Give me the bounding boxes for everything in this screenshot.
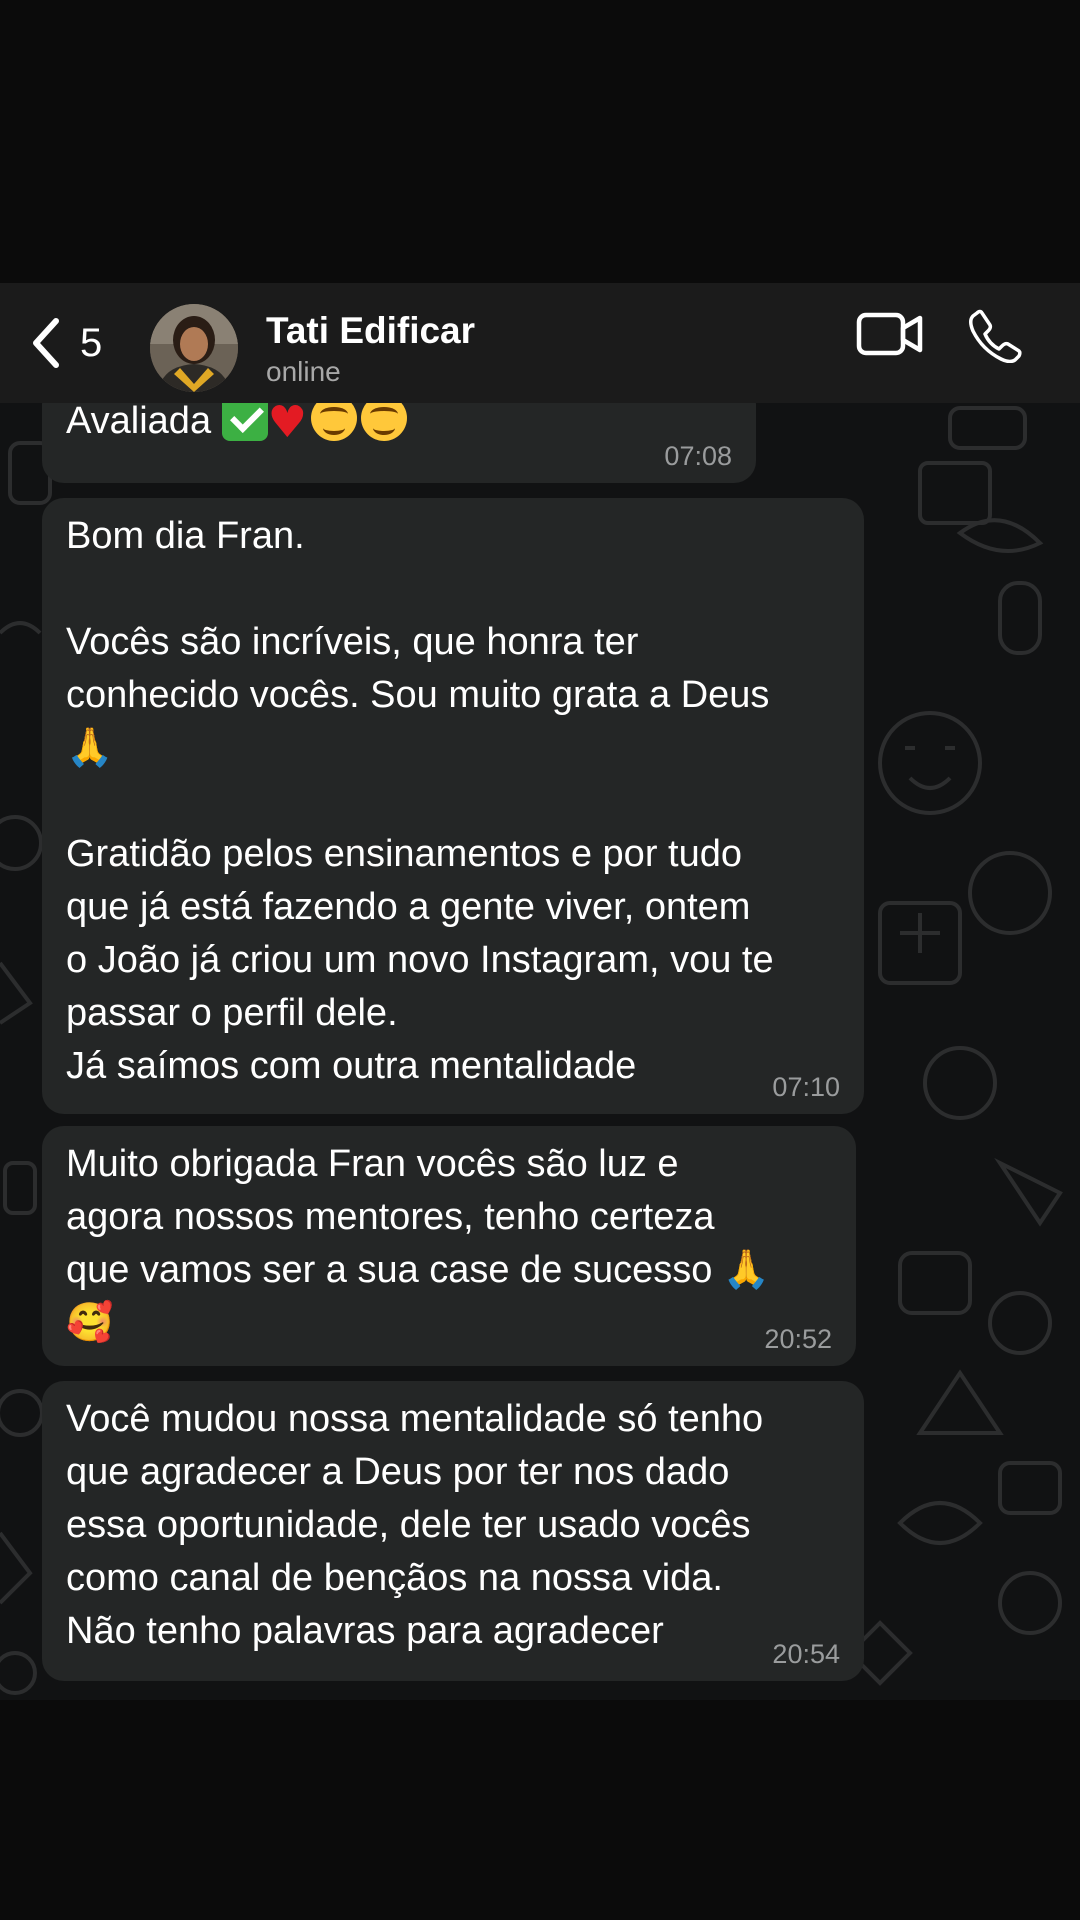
message-time: 07:10 [772, 1072, 840, 1102]
bottom-area [0, 1700, 1080, 1920]
message-bubble[interactable]: Você mudou nossa mentalidade só tenho qu… [42, 1381, 864, 1681]
message-text: Bom dia Fran. Vocês são incríveis, que h… [66, 515, 774, 1087]
savoring-face-emoji [311, 403, 358, 441]
contact-status: online [266, 356, 341, 387]
message-text: Você mudou nossa mentalidade só tenho qu… [66, 1398, 764, 1652]
chevron-left-icon [33, 318, 59, 368]
message-text: Muito obrigada Fran vocês são luz e agor… [66, 1143, 771, 1344]
voice-call-button[interactable] [968, 309, 1022, 368]
message-time: 20:52 [764, 1324, 832, 1354]
back-button[interactable]: 5 [30, 313, 102, 373]
white-check-mark-emoji [221, 403, 268, 441]
avatar[interactable] [150, 304, 238, 392]
contact-name: Tati Edificar [266, 310, 476, 351]
unread-count: 5 [80, 320, 103, 365]
savoring-face-emoji [361, 403, 408, 441]
message-text: Avaliada [66, 403, 212, 442]
video-call-button[interactable] [856, 309, 924, 364]
message-bubble[interactable]: Muito obrigada Fran vocês são luz e agor… [42, 1126, 856, 1366]
message-bubble[interactable]: Avaliada ♥ 07:08 [42, 403, 756, 483]
message-time: 20:54 [772, 1639, 840, 1669]
message-time: 07:08 [664, 441, 732, 471]
message-bubble[interactable]: Bom dia Fran. Vocês são incríveis, que h… [42, 498, 864, 1114]
red-heart-emoji: ♥ [267, 403, 308, 448]
video-call-icon [856, 312, 923, 356]
avatar-image [150, 304, 238, 392]
phone-call-icon [969, 309, 1022, 364]
chat-area: Avaliada ♥ 07:08 Bom dia Fran. Vocês são… [0, 403, 1080, 1700]
contact-info[interactable]: Tati Edificar online [266, 311, 475, 389]
chat-header: 5 Tati Edificar online [0, 283, 1080, 403]
whatsapp-chat-screen: 5 Tati Edificar online Avaliada ♥ 07:08 … [0, 0, 1080, 1920]
